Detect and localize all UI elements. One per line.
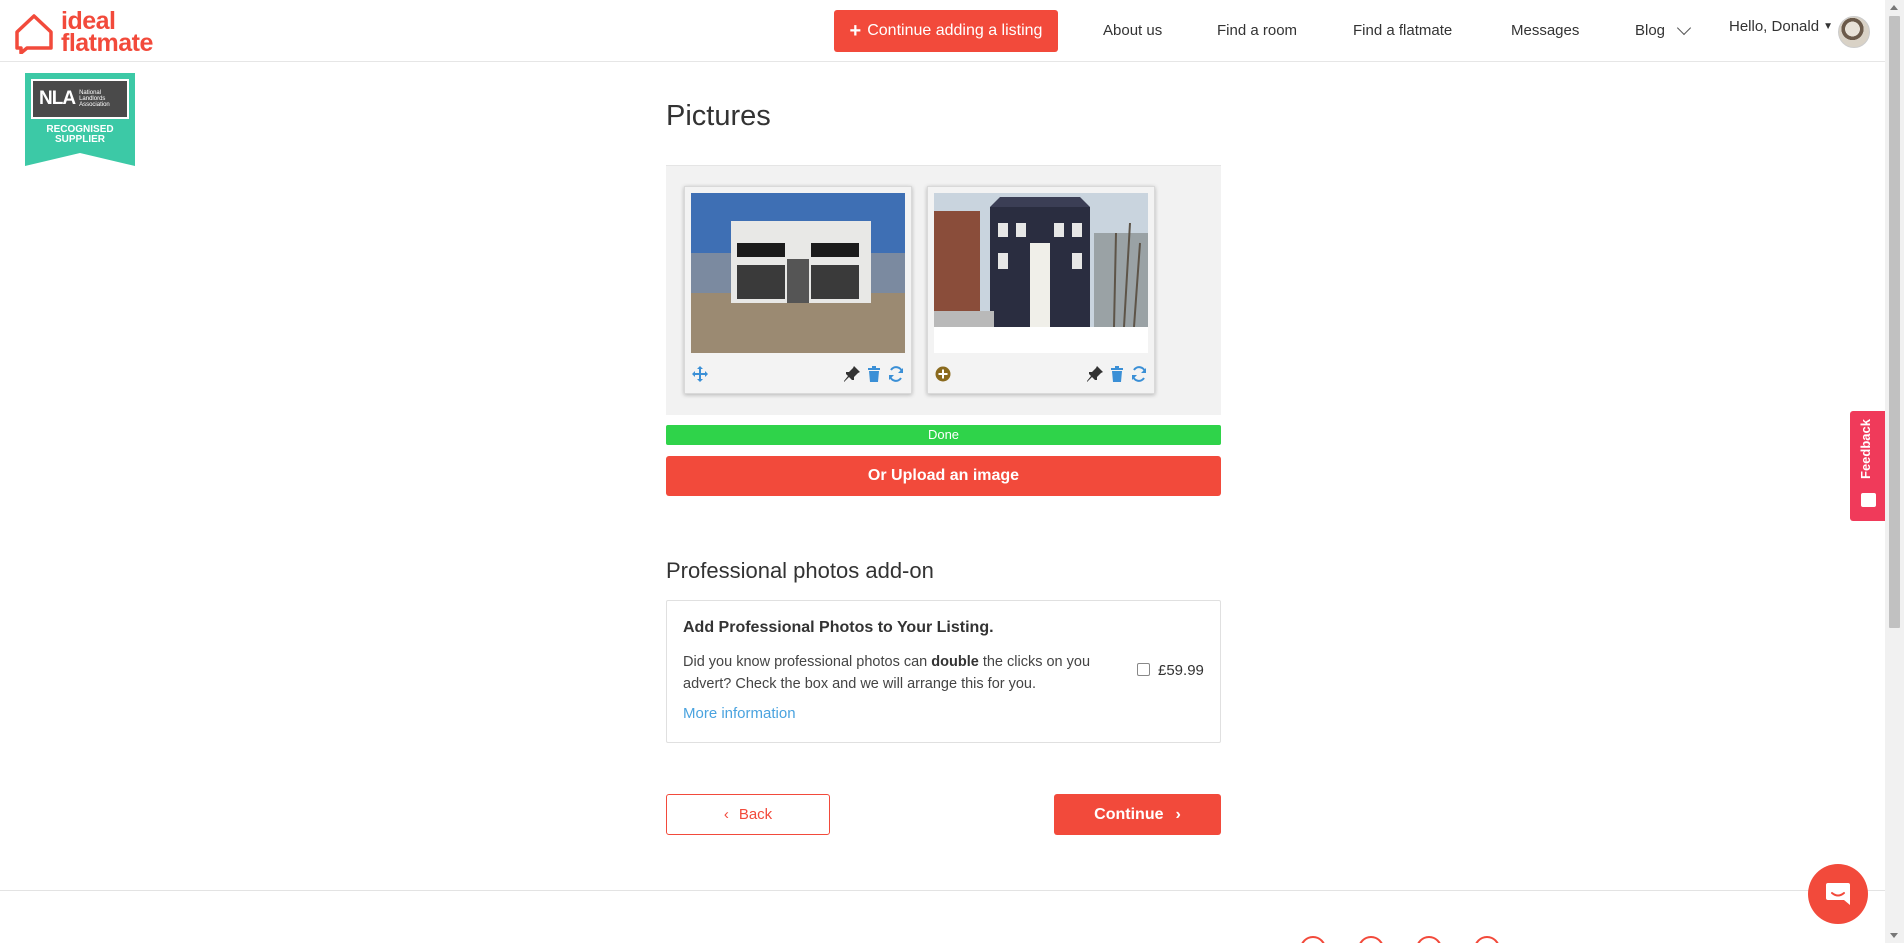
social-icon[interactable] — [1358, 936, 1384, 943]
back-button[interactable]: ‹ Back — [666, 794, 830, 835]
upload-progress-bar: Done — [666, 425, 1221, 445]
nav-find-a-flatmate[interactable]: Find a flatmate — [1353, 22, 1452, 39]
rotate-icon[interactable] — [1130, 365, 1148, 383]
addon-price: £59.99 — [1158, 662, 1204, 679]
caret-down-icon: ▼ — [1823, 21, 1833, 32]
trash-icon[interactable] — [865, 365, 883, 383]
page-title: Pictures — [666, 100, 771, 132]
social-icon[interactable] — [1416, 936, 1442, 943]
photo-gallery — [666, 165, 1221, 415]
smiley-icon — [1861, 493, 1876, 507]
social-icon[interactable] — [1474, 936, 1500, 943]
townhouse-photo — [934, 193, 1148, 353]
professional-photos-checkbox[interactable] — [1137, 663, 1150, 676]
nav-about-us[interactable]: About us — [1103, 22, 1162, 39]
scroll-down-icon[interactable] — [1890, 933, 1898, 938]
chevron-down-icon — [1676, 20, 1692, 35]
footer-social-icons — [1300, 936, 1500, 943]
continue-button[interactable]: Continue › — [1054, 794, 1221, 835]
prada-marfa-photo — [691, 193, 905, 353]
avatar[interactable] — [1838, 16, 1870, 48]
house-logo-icon — [15, 14, 53, 54]
professional-photos-addon-card: Add Professional Photos to Your Listing.… — [666, 600, 1221, 743]
social-icon[interactable] — [1300, 936, 1326, 943]
scrollbar-thumb[interactable] — [1889, 16, 1900, 628]
chevron-right-icon: › — [1175, 805, 1181, 823]
page-scrollbar[interactable] — [1885, 0, 1904, 943]
more-information-link[interactable]: More information — [683, 705, 796, 722]
nav-blog[interactable]: Blog — [1635, 20, 1692, 39]
addon-description: Did you know professional photos can dou… — [683, 654, 1091, 692]
scroll-up-icon[interactable] — [1890, 5, 1898, 10]
trash-icon[interactable] — [1108, 365, 1126, 383]
addon-card-title: Add Professional Photos to Your Listing. — [683, 619, 994, 636]
photo-card[interactable] — [927, 186, 1155, 394]
add-icon[interactable] — [934, 365, 952, 383]
rotate-icon[interactable] — [887, 365, 905, 383]
nav-find-a-room[interactable]: Find a room — [1217, 22, 1297, 39]
upload-image-button[interactable]: Or Upload an image — [666, 456, 1221, 496]
nla-recognised-supplier-badge: NLA National Landlords Association RECOG… — [25, 73, 135, 166]
user-menu[interactable]: Hello, Donald ▼ — [1729, 18, 1833, 35]
pin-icon[interactable] — [1086, 365, 1104, 383]
feedback-tab[interactable]: Feedback — [1850, 411, 1887, 521]
pin-icon[interactable] — [843, 365, 861, 383]
move-icon[interactable] — [691, 365, 709, 383]
chevron-left-icon: ‹ — [723, 806, 729, 823]
ideal-flatmate-logo[interactable]: ideal flatmate — [13, 7, 153, 57]
continue-adding-listing-button[interactable]: + Continue adding a listing — [834, 10, 1058, 52]
site-header: ideal flatmate + Continue adding a listi… — [0, 0, 1885, 62]
logo-wordmark: ideal flatmate — [61, 7, 153, 57]
chat-icon — [1826, 883, 1850, 905]
plus-icon: + — [849, 20, 862, 42]
addon-section-title: Professional photos add-on — [666, 558, 934, 583]
chat-launcher-button[interactable] — [1808, 864, 1868, 924]
nav-messages[interactable]: Messages — [1511, 22, 1579, 39]
footer-divider — [0, 890, 1885, 891]
photo-card[interactable] — [684, 186, 912, 394]
